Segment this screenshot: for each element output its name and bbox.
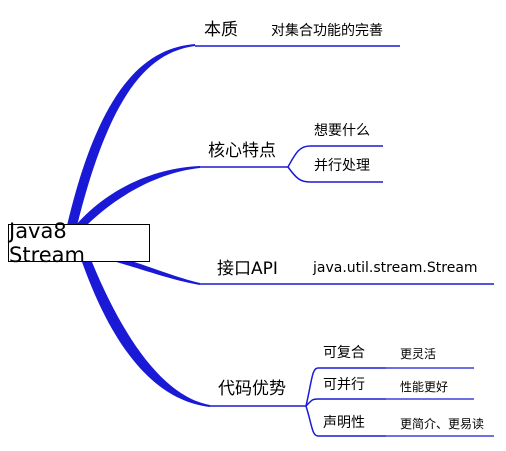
branch-benzhi[interactable]: 本质 <box>204 22 238 39</box>
note-genglinghuo[interactable]: 更灵活 <box>400 348 436 360</box>
connector-hexin-child2 <box>287 166 311 183</box>
connector-root-daima <box>82 262 210 407</box>
node-jihe-wanshan[interactable]: 对集合功能的完善 <box>271 24 383 38</box>
node-bingxing-chuli[interactable]: 并行处理 <box>314 159 370 173</box>
root-node[interactable]: Java8 Stream <box>8 219 150 267</box>
connector-root-benzhi <box>66 44 195 230</box>
note-xingneng-genghao[interactable]: 性能更好 <box>400 381 448 393</box>
node-stream-interface[interactable]: java.util.stream.Stream <box>313 261 478 275</box>
branch-daima-youshi[interactable]: 代码优势 <box>218 381 286 398</box>
root-label: Java8 Stream <box>9 219 85 267</box>
node-kefuhe[interactable]: 可复合 <box>323 346 365 360</box>
branch-jiekou-api[interactable]: 接口API <box>217 261 278 278</box>
connector-daima-child3 <box>305 405 319 437</box>
node-xiangyao-shenme[interactable]: 想要什么 <box>314 124 370 138</box>
branch-hexin-tedian[interactable]: 核心特点 <box>208 143 276 160</box>
node-kebingxing[interactable]: 可并行 <box>323 378 365 392</box>
note-jianjie-yidu[interactable]: 更简介、更易读 <box>400 418 484 430</box>
node-shengmingxing[interactable]: 声明性 <box>323 416 365 430</box>
connector-hexin-child1 <box>287 145 311 168</box>
